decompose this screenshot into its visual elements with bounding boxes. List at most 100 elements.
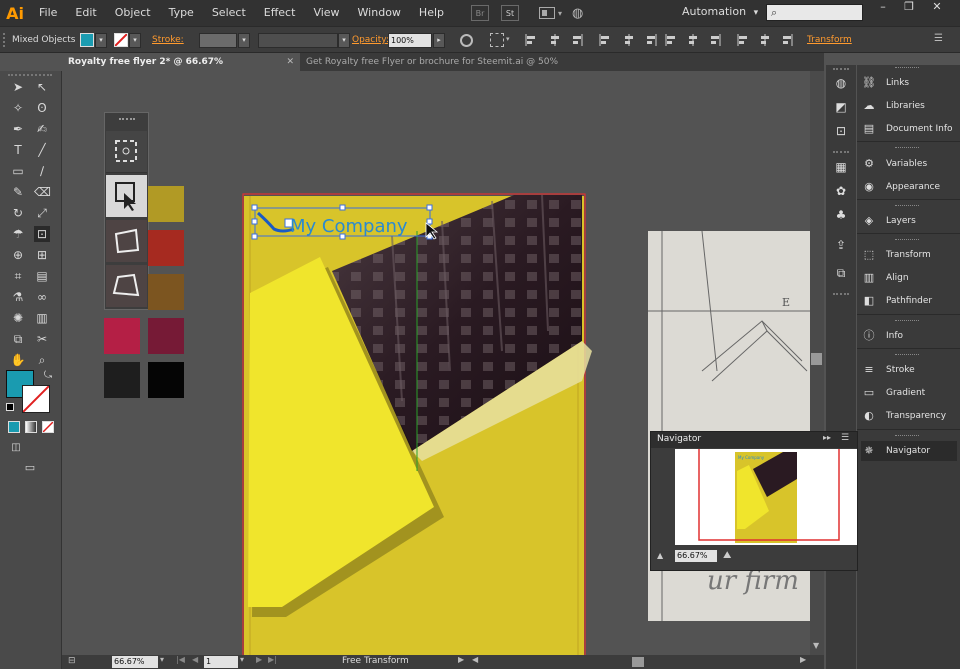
stroke-color-box[interactable]	[22, 385, 50, 413]
workspace-switcher[interactable]: Automation ▾	[682, 5, 758, 18]
panel-tab-info[interactable]: ⓘ Info	[861, 326, 957, 346]
panel-menu-icon[interactable]: ☰	[934, 33, 943, 44]
graphic-styles-icon[interactable]: ♣	[833, 207, 849, 223]
color-swatch[interactable]	[148, 362, 184, 398]
menu-effect[interactable]: Effect	[255, 0, 305, 26]
minimize-button[interactable]: –	[870, 0, 896, 16]
menu-window[interactable]: Window	[349, 0, 410, 26]
next-artboard-icon[interactable]: ▶	[256, 655, 262, 664]
recolor-artwork-icon[interactable]	[460, 34, 473, 47]
panel-tab-pathfinder[interactable]: ◧ Pathfinder	[861, 291, 957, 311]
navigator-zoom-field[interactable]: 66.67%	[675, 550, 717, 562]
gradient-mode-icon[interactable]	[25, 421, 37, 433]
transform-link[interactable]: Transform	[807, 27, 852, 53]
color-swatch[interactable]	[148, 230, 184, 266]
arrange-documents-icon[interactable]	[539, 7, 555, 19]
slice-tool-icon[interactable]: ✂	[34, 331, 50, 347]
shape-builder-tool-icon[interactable]: ⊕	[10, 247, 26, 263]
menu-view[interactable]: View	[304, 0, 348, 26]
zoom-out-icon[interactable]: ▲	[657, 551, 663, 560]
first-artboard-icon[interactable]: |◀	[176, 655, 185, 664]
stock-button[interactable]: St	[501, 5, 519, 21]
chevron-down-icon[interactable]: ▾	[506, 35, 510, 43]
artboards-icon[interactable]: ⧉	[833, 265, 849, 281]
panel-tab-links[interactable]: ⛓ Links	[861, 73, 957, 93]
default-fill-stroke-icon[interactable]	[6, 403, 14, 411]
tab-steemit-flyer[interactable]: Get Royalty free Flyer or brochure for S…	[300, 53, 630, 85]
status-menu-arrow[interactable]: ▶	[458, 655, 464, 664]
gradient-tool-icon[interactable]: ▤	[34, 268, 50, 284]
hand-tool-icon[interactable]: ✋	[10, 352, 26, 368]
screen-mode-icon[interactable]: ▭	[20, 460, 40, 476]
tab-royalty-free-flyer[interactable]: Royalty free flyer 2* @ 66.67% (CMYK/Pre…	[62, 53, 300, 85]
scale-tool-icon[interactable]: ⤢	[34, 205, 50, 221]
constrain-icon[interactable]	[106, 131, 147, 173]
bridge-button[interactable]: Br	[471, 5, 489, 21]
panel-tab-navigator[interactable]: ✵ Navigator	[861, 441, 957, 461]
eyedropper-tool-icon[interactable]: ⚗	[10, 289, 26, 305]
stroke-label[interactable]: Stroke:	[152, 27, 184, 53]
direct-selection-tool-icon[interactable]: ↖	[34, 79, 50, 95]
menu-file[interactable]: File	[30, 0, 66, 26]
color-swatch[interactable]	[104, 362, 140, 398]
profile-dropdown[interactable]: ▾	[338, 33, 350, 48]
panel-tab-libraries[interactable]: ☁ Libraries	[861, 96, 957, 116]
draw-normal-icon[interactable]: ◫	[8, 440, 24, 456]
color-guide-icon[interactable]: ◩	[833, 99, 849, 115]
brushes-icon[interactable]: ▦	[833, 159, 849, 175]
panel-menu-icon[interactable]: ☰	[841, 433, 849, 443]
lasso-tool-icon[interactable]: ʘ	[34, 100, 50, 116]
close-window-button[interactable]: ✕	[924, 0, 950, 16]
close-icon[interactable]: ✕	[286, 53, 294, 71]
restore-button[interactable]: ❐	[896, 0, 922, 16]
navigator-preview[interactable]: My Company	[675, 449, 857, 545]
color-swatch[interactable]	[148, 274, 184, 310]
scroll-down-arrow[interactable]: ▼	[813, 641, 819, 650]
rotate-tool-icon[interactable]: ↻	[10, 205, 26, 221]
distribute-vcenter-icon[interactable]	[686, 33, 700, 47]
panel-tab-variables[interactable]: ⚙ Variables	[861, 154, 957, 174]
swap-fill-stroke-icon[interactable]: ⤿	[40, 368, 56, 384]
align-left-icon[interactable]	[524, 33, 538, 47]
color-swatch[interactable]	[148, 186, 184, 222]
menu-object[interactable]: Object	[106, 0, 160, 26]
zoom-dropdown-icon[interactable]: ⊟	[68, 656, 76, 666]
blend-tool-icon[interactable]: ∞	[34, 289, 50, 305]
horizontal-scroll-thumb[interactable]	[632, 657, 644, 667]
zoom-tool-icon[interactable]: ⌕	[34, 352, 50, 368]
zoom-field[interactable]: 66.67%	[112, 656, 158, 668]
color-swatch[interactable]	[104, 318, 140, 354]
chevron-down-icon[interactable]: ▾	[558, 9, 562, 18]
menu-help[interactable]: Help	[410, 0, 453, 26]
asset-export-icon[interactable]: ⇪	[833, 237, 849, 253]
panel-tab-transform[interactable]: ⬚ Transform	[861, 245, 957, 265]
panel-tab-appearance[interactable]: ◉ Appearance	[861, 177, 957, 197]
panel-tab-gradient[interactable]: ▭ Gradient	[861, 383, 957, 403]
paintbrush-tool-icon[interactable]: ∕	[34, 163, 50, 179]
color-mode-icon[interactable]	[8, 421, 20, 433]
stroke-weight-field[interactable]	[199, 33, 237, 48]
mesh-tool-icon[interactable]: ⌗	[10, 268, 26, 284]
curvature-tool-icon[interactable]: ✍	[34, 121, 50, 137]
panel-tab-layers[interactable]: ◈ Layers	[861, 211, 957, 231]
opacity-label[interactable]: Opacity:	[352, 27, 389, 53]
panel-tab-align[interactable]: ▥ Align	[861, 268, 957, 288]
perspective-distort-icon[interactable]	[106, 220, 147, 262]
free-distort-icon[interactable]	[106, 265, 147, 307]
artboard-tool-icon[interactable]: ⧉	[10, 331, 26, 347]
opacity-dropdown[interactable]: ▸	[433, 33, 445, 48]
eraser-tool-icon[interactable]: ⌫	[34, 184, 51, 200]
fill-dropdown[interactable]: ▾	[95, 33, 107, 48]
align-hcenter-icon[interactable]	[548, 33, 562, 47]
magic-wand-tool-icon[interactable]: ✧	[10, 100, 26, 116]
free-transform-tool-icon[interactable]	[106, 175, 147, 217]
menu-type[interactable]: Type	[160, 0, 203, 26]
fill-swatch[interactable]	[80, 33, 94, 47]
opacity-field[interactable]: 100%	[388, 33, 432, 48]
free-transform-tool-icon[interactable]: ⊡	[34, 226, 50, 242]
stroke-swatch[interactable]	[114, 33, 128, 47]
column-graph-tool-icon[interactable]: ▥	[34, 310, 50, 326]
chevron-down-icon[interactable]: ▾	[160, 655, 164, 664]
panel-tab-transparency[interactable]: ◐ Transparency	[861, 406, 957, 426]
perspective-grid-tool-icon[interactable]: ⊞	[34, 247, 50, 263]
